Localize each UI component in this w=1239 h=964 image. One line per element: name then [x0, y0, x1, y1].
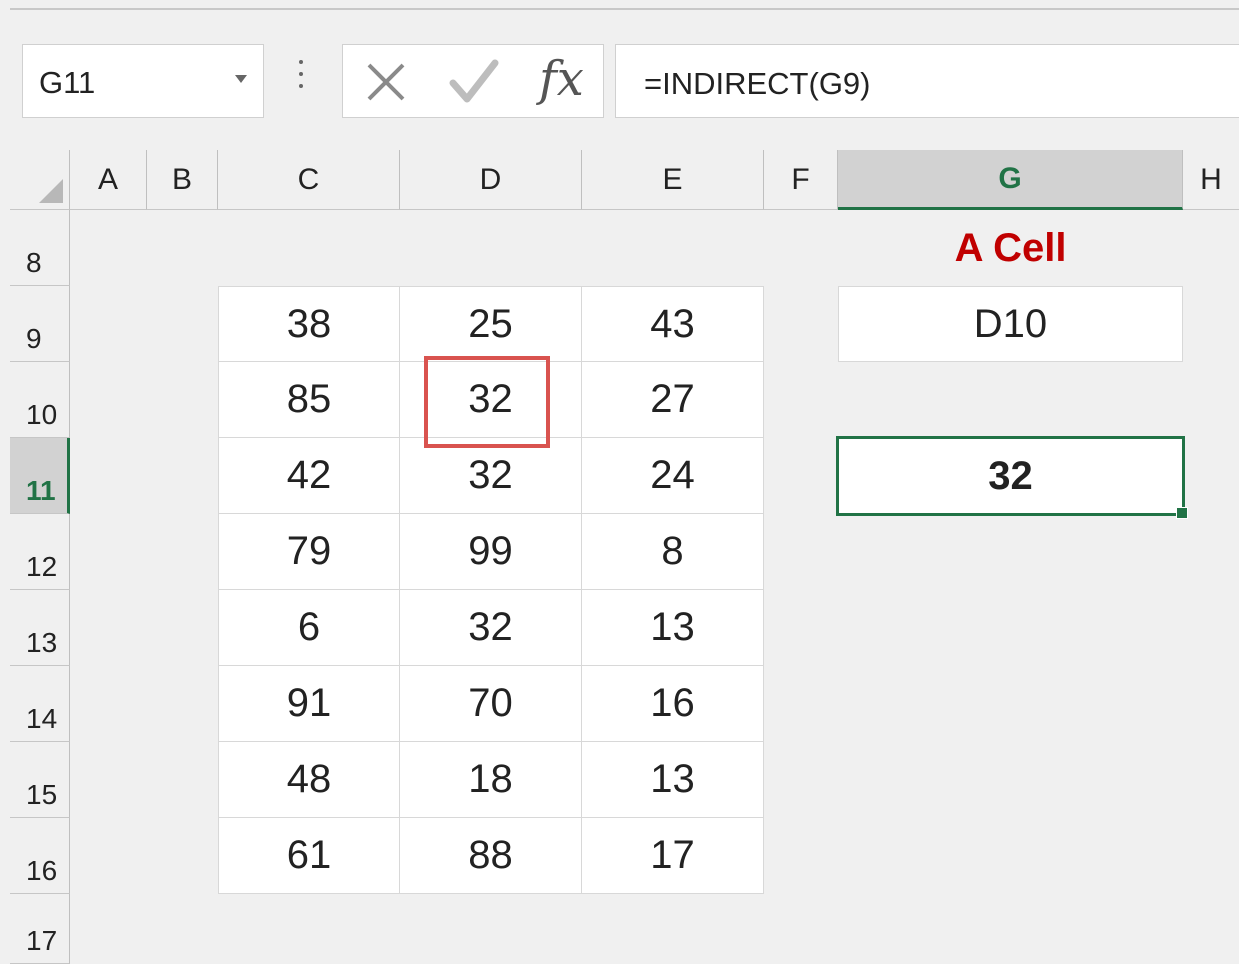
row-header-8[interactable]: 8	[10, 210, 70, 286]
row-header-15[interactable]: 15	[10, 742, 70, 818]
select-all-corner[interactable]	[10, 150, 70, 210]
cell-e16[interactable]: 17	[582, 818, 764, 894]
row-header-11[interactable]: 11	[10, 438, 70, 514]
spreadsheet-grid: A B C D E F G H 8 9 10 11 12 13 14 15 16…	[10, 150, 1239, 964]
column-header-c[interactable]: C	[218, 150, 400, 210]
g9-reference-cell[interactable]: D10	[838, 286, 1183, 362]
x-icon[interactable]	[365, 61, 407, 103]
g11-result-cell[interactable]: 32	[836, 436, 1185, 516]
cell-c9[interactable]: 38	[218, 286, 400, 362]
chevron-down-icon[interactable]	[235, 75, 247, 83]
cell-d11[interactable]: 32	[400, 438, 582, 514]
cell-c16[interactable]: 61	[218, 818, 400, 894]
formula-text: =INDIRECT(G9)	[644, 66, 871, 101]
row-header-12[interactable]: 12	[10, 514, 70, 590]
fx-icon[interactable]: fx	[539, 51, 584, 107]
row-header-17[interactable]: 17	[10, 894, 70, 964]
highlighted-cell-d10	[424, 356, 550, 448]
name-box-value: G11	[39, 65, 96, 100]
column-header-f[interactable]: F	[764, 150, 838, 210]
cell-e12[interactable]: 8	[582, 514, 764, 590]
cell-c14[interactable]: 91	[218, 666, 400, 742]
cell-d14[interactable]: 70	[400, 666, 582, 742]
cell-c12[interactable]: 79	[218, 514, 400, 590]
row-header-10[interactable]: 10	[10, 362, 70, 438]
column-header-h[interactable]: H	[1183, 150, 1239, 210]
check-icon[interactable]	[449, 59, 499, 105]
row-header-14[interactable]: 14	[10, 666, 70, 742]
top-border	[10, 8, 1239, 10]
cell-e10[interactable]: 27	[582, 362, 764, 438]
row-header-16[interactable]: 16	[10, 818, 70, 894]
cell-e13[interactable]: 13	[582, 590, 764, 666]
cell-c15[interactable]: 48	[218, 742, 400, 818]
cell-c10[interactable]: 85	[218, 362, 400, 438]
cell-d12[interactable]: 99	[400, 514, 582, 590]
cell-d13[interactable]: 32	[400, 590, 582, 666]
cell-c13[interactable]: 6	[218, 590, 400, 666]
cell-e14[interactable]: 16	[582, 666, 764, 742]
cell-e9[interactable]: 43	[582, 286, 764, 362]
cell-c11[interactable]: 42	[218, 438, 400, 514]
column-header-d[interactable]: D	[400, 150, 582, 210]
formula-bar-buttons: fx	[342, 44, 604, 118]
cell-d9[interactable]: 25	[400, 286, 582, 362]
cell-d15[interactable]: 18	[400, 742, 582, 818]
row-header-9[interactable]: 9	[10, 286, 70, 362]
column-header-e[interactable]: E	[582, 150, 764, 210]
cell-e11[interactable]: 24	[582, 438, 764, 514]
column-header-a[interactable]: A	[70, 150, 147, 210]
column-header-b[interactable]: B	[147, 150, 218, 210]
row-header-13[interactable]: 13	[10, 590, 70, 666]
cell-e15[interactable]: 13	[582, 742, 764, 818]
name-box[interactable]: G11	[22, 44, 264, 118]
cell-d16[interactable]: 88	[400, 818, 582, 894]
fill-handle[interactable]	[1176, 507, 1188, 519]
more-options-icon[interactable]	[296, 60, 306, 100]
formula-input[interactable]: =INDIRECT(G9)	[615, 44, 1239, 118]
column-header-g[interactable]: G	[838, 150, 1183, 210]
g8-heading[interactable]: A Cell	[838, 210, 1183, 286]
